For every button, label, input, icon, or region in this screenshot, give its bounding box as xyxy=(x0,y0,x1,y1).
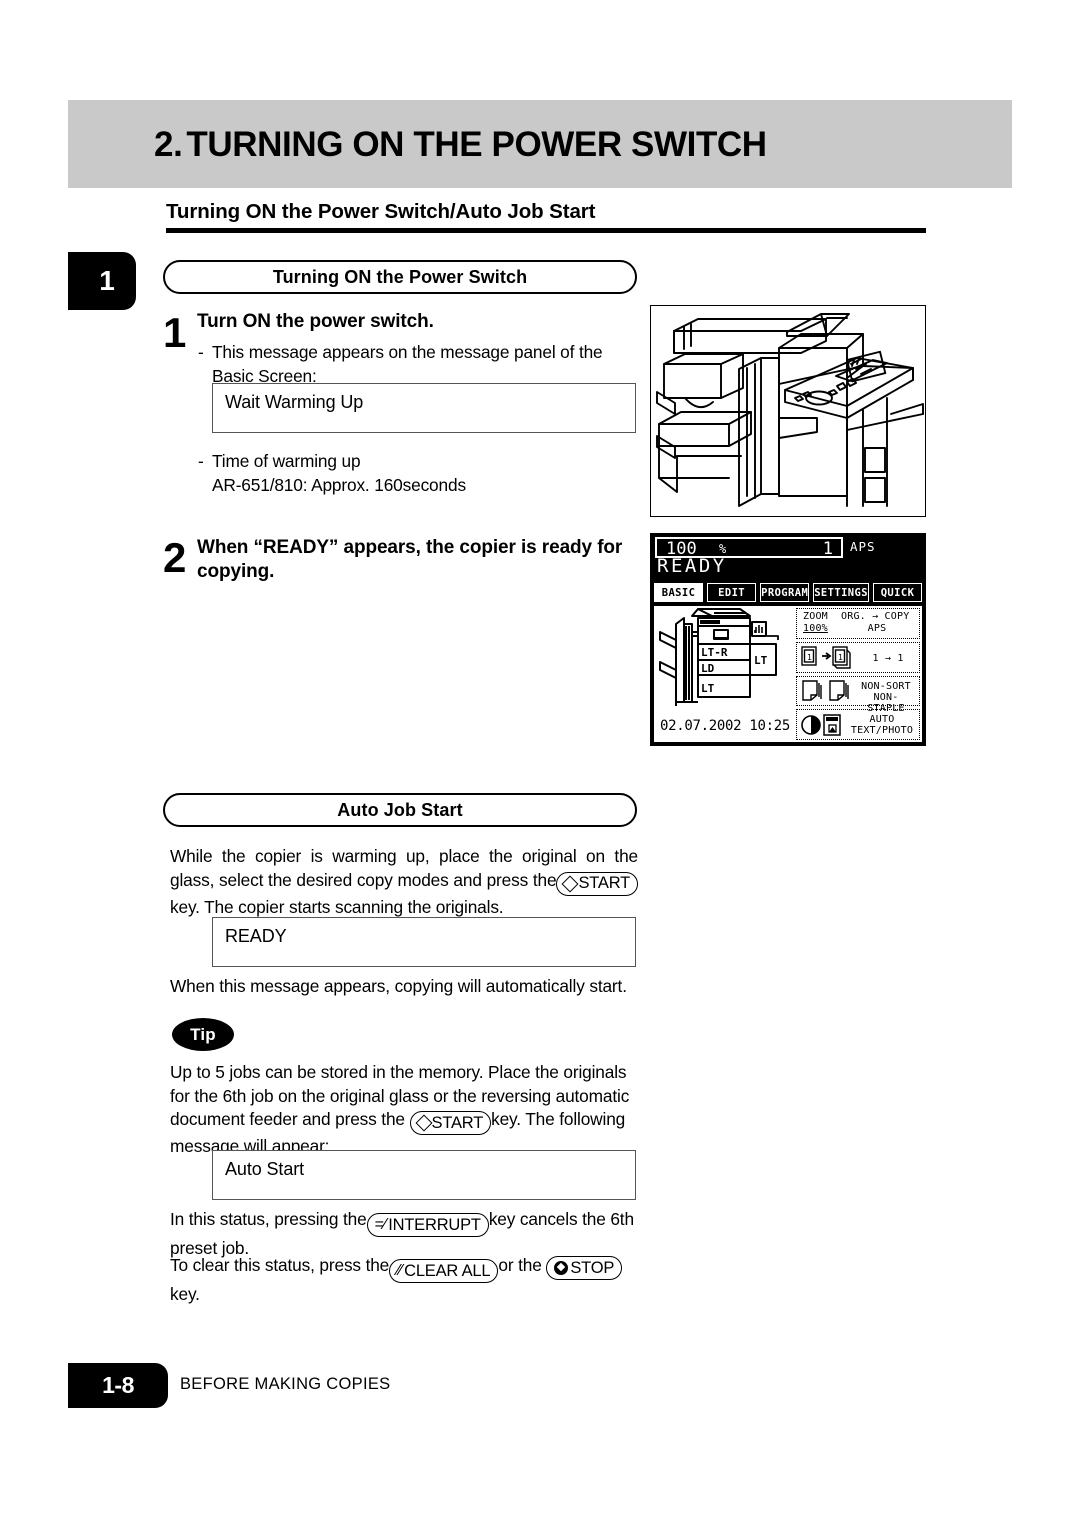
start-key-label-tip: START xyxy=(431,1113,484,1132)
tip-paragraph-3: To clear this status, press the ∕∕ CLEAR A… xyxy=(170,1254,650,1307)
lcd-auto-label: AUTO xyxy=(869,714,895,726)
stop-key-pill[interactable]: STOP xyxy=(546,1256,623,1280)
lcd-button-finishing[interactable]: NON-SORT NON-STAPLE xyxy=(796,675,920,714)
chapter-tab: 1 xyxy=(68,252,136,310)
interrupt-key-label: INTERRUPT xyxy=(388,1215,481,1234)
footer-page-tab: 1-8 xyxy=(68,1363,168,1408)
message-box-auto-start: Auto Start xyxy=(212,1150,636,1200)
message-box-ready: READY xyxy=(212,917,636,967)
step-2-number: 2 xyxy=(163,534,187,581)
auto-job-start-para-1b: key. The copier starts scanning the orig… xyxy=(170,896,504,917)
footer-section-name: BEFORE MAKING COPIES xyxy=(180,1375,391,1393)
svg-text:LD: LD xyxy=(701,662,715,675)
tip-para-c-a: In this status, pressing the xyxy=(170,1209,367,1229)
lcd-content-area: LT-R LD LT LT 02.07.2002 10:25 ZOOM 100%… xyxy=(654,606,922,742)
start-key-pill-tip[interactable]: START xyxy=(409,1111,492,1135)
tip-badge: Tip xyxy=(172,1018,234,1051)
tip-para-d-c: key. xyxy=(170,1284,200,1304)
clear-all-key-pill[interactable]: ∕∕ CLEAR ALL xyxy=(389,1259,499,1283)
copier-line-art xyxy=(656,313,924,507)
chapter-title: TURNING ON THE POWER SWITCH xyxy=(186,125,767,164)
tip-para-d-b: or the xyxy=(498,1255,542,1275)
step-1-number: 1 xyxy=(163,309,187,356)
message-box-auto-start-text: Auto Start xyxy=(225,1159,305,1179)
lcd-org-copy-value: APS xyxy=(867,623,887,634)
interrupt-key-pill[interactable]: =∕ INTERRUPT xyxy=(366,1213,489,1237)
tip-paragraph-2: In this status, pressing the =∕ INTERRUPT k… xyxy=(170,1208,640,1261)
duplex-icon: 1 1 xyxy=(801,646,851,669)
auto-job-start-paragraph-2: When this message appears, copying will … xyxy=(170,976,627,996)
lcd-button-zoom-aps[interactable]: ZOOM 100% ORG. → COPY APS xyxy=(796,608,920,639)
step-2-heading-line-1: When “READY” appears, the copier is read… xyxy=(197,537,623,558)
stop-key-label: STOP xyxy=(570,1258,615,1277)
svg-text:LT: LT xyxy=(701,682,715,695)
clear-all-key-label: CLEAR ALL xyxy=(404,1261,491,1280)
lcd-paper-mode: APS xyxy=(850,539,876,554)
svg-text:1: 1 xyxy=(807,653,812,662)
tip-badge-label: Tip xyxy=(190,1024,216,1044)
stop-icon xyxy=(554,1261,569,1275)
message-box-warming-up-text: Wait Warming Up xyxy=(225,392,364,412)
diamond-icon xyxy=(561,875,579,892)
lcd-zoom-ratio: 100% xyxy=(803,623,828,634)
heading-turning-on-power-switch: Turning ON the Power Switch xyxy=(163,260,637,294)
lcd-sort-label: NON-SORT xyxy=(861,680,911,692)
lcd-button-duplex[interactable]: 1 1 1 → 1 xyxy=(796,641,920,673)
lcd-org-copy-label: ORG. → COPY xyxy=(841,611,910,622)
svg-text:LT: LT xyxy=(754,654,768,667)
density-and-original-mode-icon xyxy=(801,713,841,736)
manual-page: 2. TURNING ON THE POWER SWITCH Turning ON… xyxy=(0,0,1080,1528)
lcd-status-message: READY xyxy=(657,555,727,577)
step-1-heading: Turn ON the power switch. xyxy=(197,311,434,332)
lcd-tab-basic[interactable]: BASIC xyxy=(654,583,704,602)
section-subtitle: Turning ON the Power Switch/Auto Job Sta… xyxy=(166,200,596,223)
svg-text:1: 1 xyxy=(838,653,843,662)
lcd-tab-edit[interactable]: EDIT xyxy=(707,583,757,602)
message-box-ready-text: READY xyxy=(225,926,287,946)
step-1-bullet-2-text: Time of warming up xyxy=(212,451,361,471)
message-box-warming-up: Wait Warming Up xyxy=(212,383,636,433)
clear-all-glyph-icon: ∕∕ xyxy=(397,1262,403,1279)
lcd-tab-quick[interactable]: QUICK xyxy=(872,583,923,602)
footer-page-number: 1-8 xyxy=(102,1372,134,1398)
copier-illustration xyxy=(650,305,926,517)
interrupt-glyph-icon: =∕ xyxy=(374,1216,387,1233)
lcd-copy-count: 1 xyxy=(822,539,833,559)
page-title: 2. TURNING ON THE POWER SWITCH xyxy=(154,119,974,171)
lcd-tab-settings[interactable]: SETTINGS xyxy=(813,583,869,602)
diamond-icon xyxy=(415,1114,433,1132)
lcd-basic-screen: 100 % 1 APS READY BASIC EDIT PROGRAM SET… xyxy=(650,533,926,746)
lcd-zoom-label: ZOOM xyxy=(803,611,828,622)
lcd-tab-bar: BASIC EDIT PROGRAM SETTINGS QUICK xyxy=(654,583,923,602)
lcd-text-photo-label: TEXT/PHOTO xyxy=(850,725,914,737)
step-1-bullet-1-text: This message appears on the message pane… xyxy=(212,342,603,386)
chapter-tab-number: 1 xyxy=(99,265,115,296)
svg-text:LT-R: LT-R xyxy=(701,646,728,659)
lcd-machine-diagram[interactable]: LT-R LD LT LT xyxy=(654,606,794,716)
start-key-pill[interactable]: START xyxy=(556,871,638,896)
tip-paragraph-1: Up to 5 jobs can be stored in the memory… xyxy=(170,1061,638,1159)
lcd-duplex-value: 1 → 1 xyxy=(872,652,904,664)
heading-auto-job-start: Auto Job Start xyxy=(163,793,637,827)
step-1-warmup-time: AR-651/810: Approx. 160seconds xyxy=(212,475,466,495)
tip-para-d-a: To clear this status, press the xyxy=(170,1255,390,1275)
sort-staple-icon xyxy=(802,680,849,701)
start-key-label: START xyxy=(578,874,630,893)
lcd-datetime: 02.07.2002 10:25 xyxy=(660,718,791,734)
lcd-percent-sign: % xyxy=(719,542,727,556)
step-2-heading-line-2: copying. xyxy=(197,561,275,582)
step-1-bullet-1-dash: - xyxy=(198,342,204,362)
lcd-tab-program[interactable]: PROGRAM xyxy=(760,583,810,602)
step-1-bullet-2-dash: - xyxy=(198,451,204,471)
chapter-number: 2. xyxy=(154,125,183,164)
auto-job-start-paragraph-1: While the copier is warming up, place th… xyxy=(170,845,638,919)
subtitle-rule xyxy=(166,228,926,233)
lcd-settings-buttons: ZOOM 100% ORG. → COPY APS 1 1 1 → 1 NON-… xyxy=(796,608,920,740)
lcd-button-exposure-mode[interactable]: AUTO TEXT/PHOTO xyxy=(796,709,920,740)
